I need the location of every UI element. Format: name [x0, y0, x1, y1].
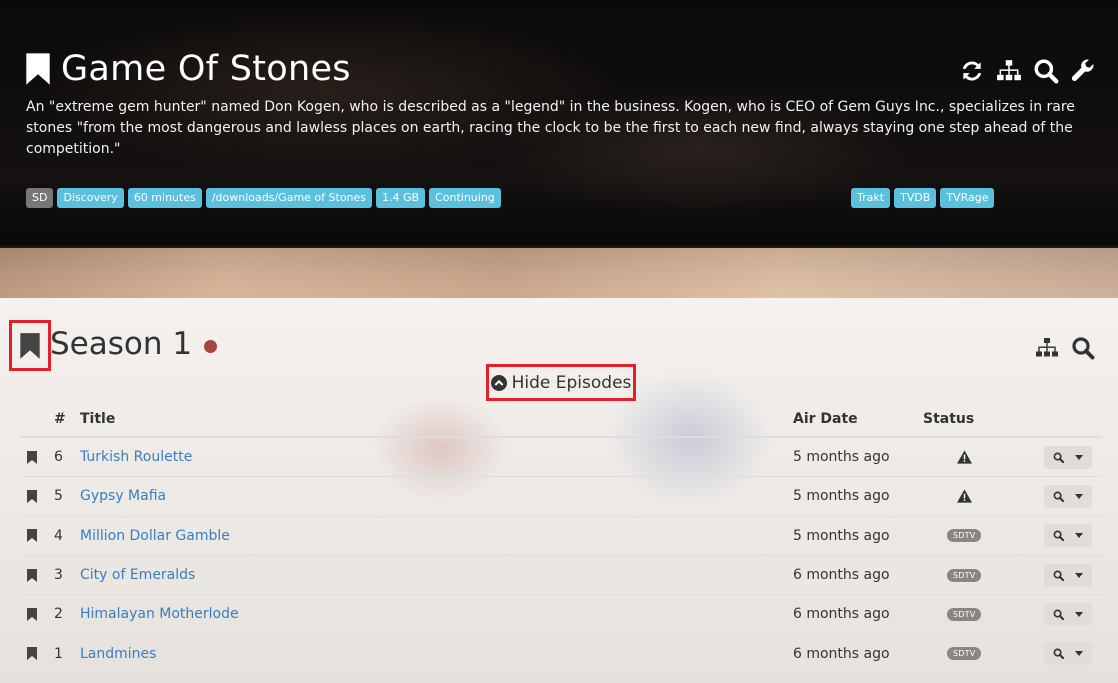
- episode-title-link[interactable]: Turkish Roulette: [80, 449, 192, 465]
- episode-air-date: 6 months ago: [793, 567, 890, 584]
- series-header: Game Of Stones An "extreme gem hunter" n…: [0, 0, 1118, 298]
- episode-number: 3: [54, 567, 63, 584]
- season-title-text: Season 1: [50, 326, 193, 362]
- bookmark-icon[interactable]: [27, 568, 37, 582]
- table-row: 4 Million Dollar Gamble 5 months ago SDT…: [21, 517, 1102, 556]
- header-air-date: Air Date: [793, 410, 858, 427]
- table-row: 3 City of Emeralds 6 months ago SDTV: [21, 556, 1102, 596]
- episode-title-link[interactable]: Himalayan Motherlode: [80, 606, 239, 622]
- episode-actions-dropdown[interactable]: [1044, 524, 1092, 548]
- table-row: 1 Landmines 6 months ago SDTV: [21, 634, 1102, 674]
- episode-air-date: 5 months ago: [793, 488, 890, 505]
- episode-number: 1: [54, 645, 63, 662]
- quality-badge: SDTV: [947, 529, 982, 543]
- bookmark-icon[interactable]: [27, 529, 37, 543]
- size-tag: 1.4 GB: [376, 188, 426, 208]
- episode-table: # Title Air Date Status 6 Turkish Roulet…: [21, 401, 1102, 674]
- episode-title-link[interactable]: Gypsy Mafia: [80, 488, 166, 504]
- runtime-tag: 60 minutes: [127, 188, 202, 208]
- series-toolbar: [959, 58, 1096, 84]
- quality-badge: SDTV: [947, 568, 982, 582]
- bookmark-icon[interactable]: [27, 647, 37, 661]
- chevron-up-circle-icon: [490, 374, 507, 391]
- hide-episodes-label: Hide Episodes: [511, 372, 632, 393]
- season-status-dot: [204, 339, 218, 353]
- quality-badge: SDTV: [947, 647, 982, 661]
- network-tag: Discovery: [57, 188, 124, 208]
- caret-down-icon: [1074, 611, 1083, 617]
- bookmark-icon[interactable]: [27, 607, 37, 621]
- season-panel: Season 1 Hide Episodes # Title Air Date …: [0, 298, 1118, 683]
- path-tag: /downloads/Game of Stones: [205, 188, 373, 208]
- warning-icon: [957, 489, 972, 503]
- season-monitor-toggle[interactable]: [9, 320, 51, 371]
- status-tag: Continuing: [429, 188, 501, 208]
- caret-down-icon: [1074, 454, 1083, 460]
- search-icon: [1053, 570, 1065, 581]
- episode-title-link[interactable]: Million Dollar Gamble: [80, 528, 230, 544]
- bookmark-icon[interactable]: [27, 450, 37, 464]
- search-icon[interactable]: [1071, 336, 1095, 360]
- search-icon: [1053, 648, 1065, 660]
- episode-air-date: 5 months ago: [793, 527, 890, 544]
- search-icon: [1053, 491, 1065, 502]
- episode-title-link[interactable]: City of Emeralds: [80, 567, 195, 583]
- episode-number: 5: [54, 488, 63, 505]
- series-info-tags: SD Discovery 60 minutes /downloads/Game …: [26, 188, 501, 208]
- quality-tag: SD: [26, 188, 54, 208]
- search-icon[interactable]: [1033, 58, 1059, 84]
- tvdb-link[interactable]: TVDB: [894, 188, 937, 208]
- organize-icon[interactable]: [1035, 336, 1059, 360]
- episode-actions-dropdown[interactable]: [1044, 602, 1092, 626]
- bookmark-icon[interactable]: [27, 489, 37, 503]
- episode-actions-dropdown[interactable]: [1044, 445, 1092, 469]
- refresh-icon[interactable]: [959, 58, 985, 84]
- series-description: An "extreme gem hunter" named Don Kogen,…: [26, 99, 1075, 157]
- season-toolbar: [1035, 336, 1095, 360]
- episode-air-date: 6 months ago: [793, 645, 890, 662]
- wrench-icon[interactable]: [1070, 58, 1096, 84]
- header-number: #: [54, 410, 66, 427]
- series-title-text: Game Of Stones: [61, 49, 351, 89]
- tvrage-link[interactable]: TVRage: [940, 188, 995, 208]
- episode-air-date: 5 months ago: [793, 449, 890, 466]
- series-title: Game Of Stones: [25, 49, 351, 89]
- search-icon: [1053, 452, 1065, 463]
- caret-down-icon: [1074, 533, 1083, 539]
- table-row: 5 Gypsy Mafia 5 months ago: [21, 477, 1102, 517]
- season-title: Season 1: [50, 326, 218, 362]
- episode-actions-dropdown[interactable]: [1044, 563, 1092, 587]
- header-fanart-strip: [0, 248, 1118, 298]
- episode-number: 6: [54, 449, 63, 466]
- caret-down-icon: [1074, 651, 1083, 657]
- caret-down-icon: [1074, 493, 1083, 499]
- quality-badge: SDTV: [947, 607, 982, 621]
- warning-icon: [957, 450, 972, 464]
- table-header: # Title Air Date Status: [21, 401, 1102, 438]
- episode-actions-dropdown[interactable]: [1044, 642, 1092, 666]
- external-links: Trakt TVDB TVRage: [851, 188, 995, 208]
- bookmark-icon: [20, 332, 40, 359]
- header-status: Status: [923, 410, 975, 427]
- episode-number: 2: [54, 606, 63, 623]
- organize-icon[interactable]: [996, 58, 1022, 84]
- search-icon: [1053, 530, 1065, 542]
- table-row: 2 Himalayan Motherlode 6 months ago SDTV: [21, 595, 1102, 635]
- bookmark-icon: [26, 53, 50, 85]
- table-row: 6 Turkish Roulette 5 months ago: [21, 438, 1102, 478]
- episode-title-link[interactable]: Landmines: [80, 646, 156, 662]
- header-title: Title: [80, 410, 116, 427]
- caret-down-icon: [1074, 572, 1083, 578]
- episode-air-date: 6 months ago: [793, 606, 890, 623]
- hide-episodes-button[interactable]: Hide Episodes: [486, 364, 636, 401]
- search-icon: [1053, 609, 1065, 620]
- episode-number: 4: [54, 527, 63, 544]
- episode-actions-dropdown[interactable]: [1044, 484, 1092, 508]
- trakt-link[interactable]: Trakt: [851, 188, 891, 208]
